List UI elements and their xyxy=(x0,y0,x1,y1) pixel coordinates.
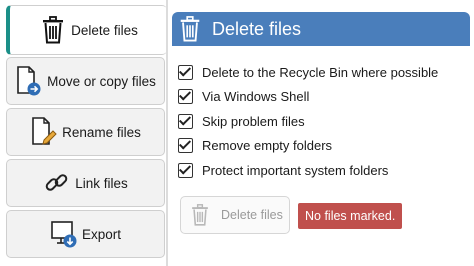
checkbox[interactable] xyxy=(178,64,193,80)
option-label: Delete to the Recycle Bin where possible xyxy=(202,64,439,80)
sidebar-item-move-or-copy[interactable]: Move or copy files xyxy=(6,57,165,105)
sidebar-item-label: Export xyxy=(81,226,122,242)
option-remove-empty-folders[interactable]: Remove empty folders xyxy=(178,134,438,159)
sidebar-item-label: Link files xyxy=(75,175,128,191)
delete-files-button[interactable]: Delete files xyxy=(180,196,290,234)
link-icon xyxy=(43,167,71,199)
page-title: Delete files xyxy=(212,18,302,39)
sidebar-item-label: Delete files xyxy=(71,22,138,38)
monitor-download-icon xyxy=(50,218,78,250)
option-label: Remove empty folders xyxy=(202,138,333,154)
status-badge: No files marked. xyxy=(298,203,403,229)
document-pencil-icon xyxy=(30,116,58,148)
sidebar-item-label: Rename files xyxy=(62,124,141,140)
option-label: Protect important system folders xyxy=(202,162,389,178)
option-label: Skip problem files xyxy=(202,113,305,129)
checkbox[interactable] xyxy=(178,89,193,105)
checkbox[interactable] xyxy=(178,138,193,154)
trash-icon xyxy=(39,14,67,46)
trash-icon xyxy=(191,204,213,226)
sidebar-item-link-files[interactable]: Link files xyxy=(6,159,165,207)
option-label: Via Windows Shell xyxy=(202,89,310,105)
sidebar-item-delete-files[interactable]: Delete files xyxy=(6,5,167,55)
checkbox[interactable] xyxy=(178,162,193,178)
sidebar-item-label: Move or copy files xyxy=(47,73,156,89)
trash-icon xyxy=(179,16,203,42)
option-skip-problem-files[interactable]: Skip problem files xyxy=(178,109,438,134)
sidebar: Delete files Move or copy files Rename f… xyxy=(0,0,168,266)
sidebar-item-export[interactable]: Export xyxy=(6,210,165,258)
panel-header: Delete files xyxy=(172,12,470,46)
document-arrow-icon xyxy=(15,65,43,97)
delete-button-label: Delete files xyxy=(221,208,283,222)
checkbox[interactable] xyxy=(178,113,193,129)
sidebar-item-rename-files[interactable]: Rename files xyxy=(6,108,165,156)
options-list: Delete to the Recycle Bin where possible… xyxy=(178,60,438,183)
app-window: Delete files Move or copy files Rename f… xyxy=(0,0,474,266)
option-windows-shell[interactable]: Via Windows Shell xyxy=(178,85,438,110)
option-recycle-bin[interactable]: Delete to the Recycle Bin where possible xyxy=(178,60,438,85)
option-protect-system-folders[interactable]: Protect important system folders xyxy=(178,158,438,183)
